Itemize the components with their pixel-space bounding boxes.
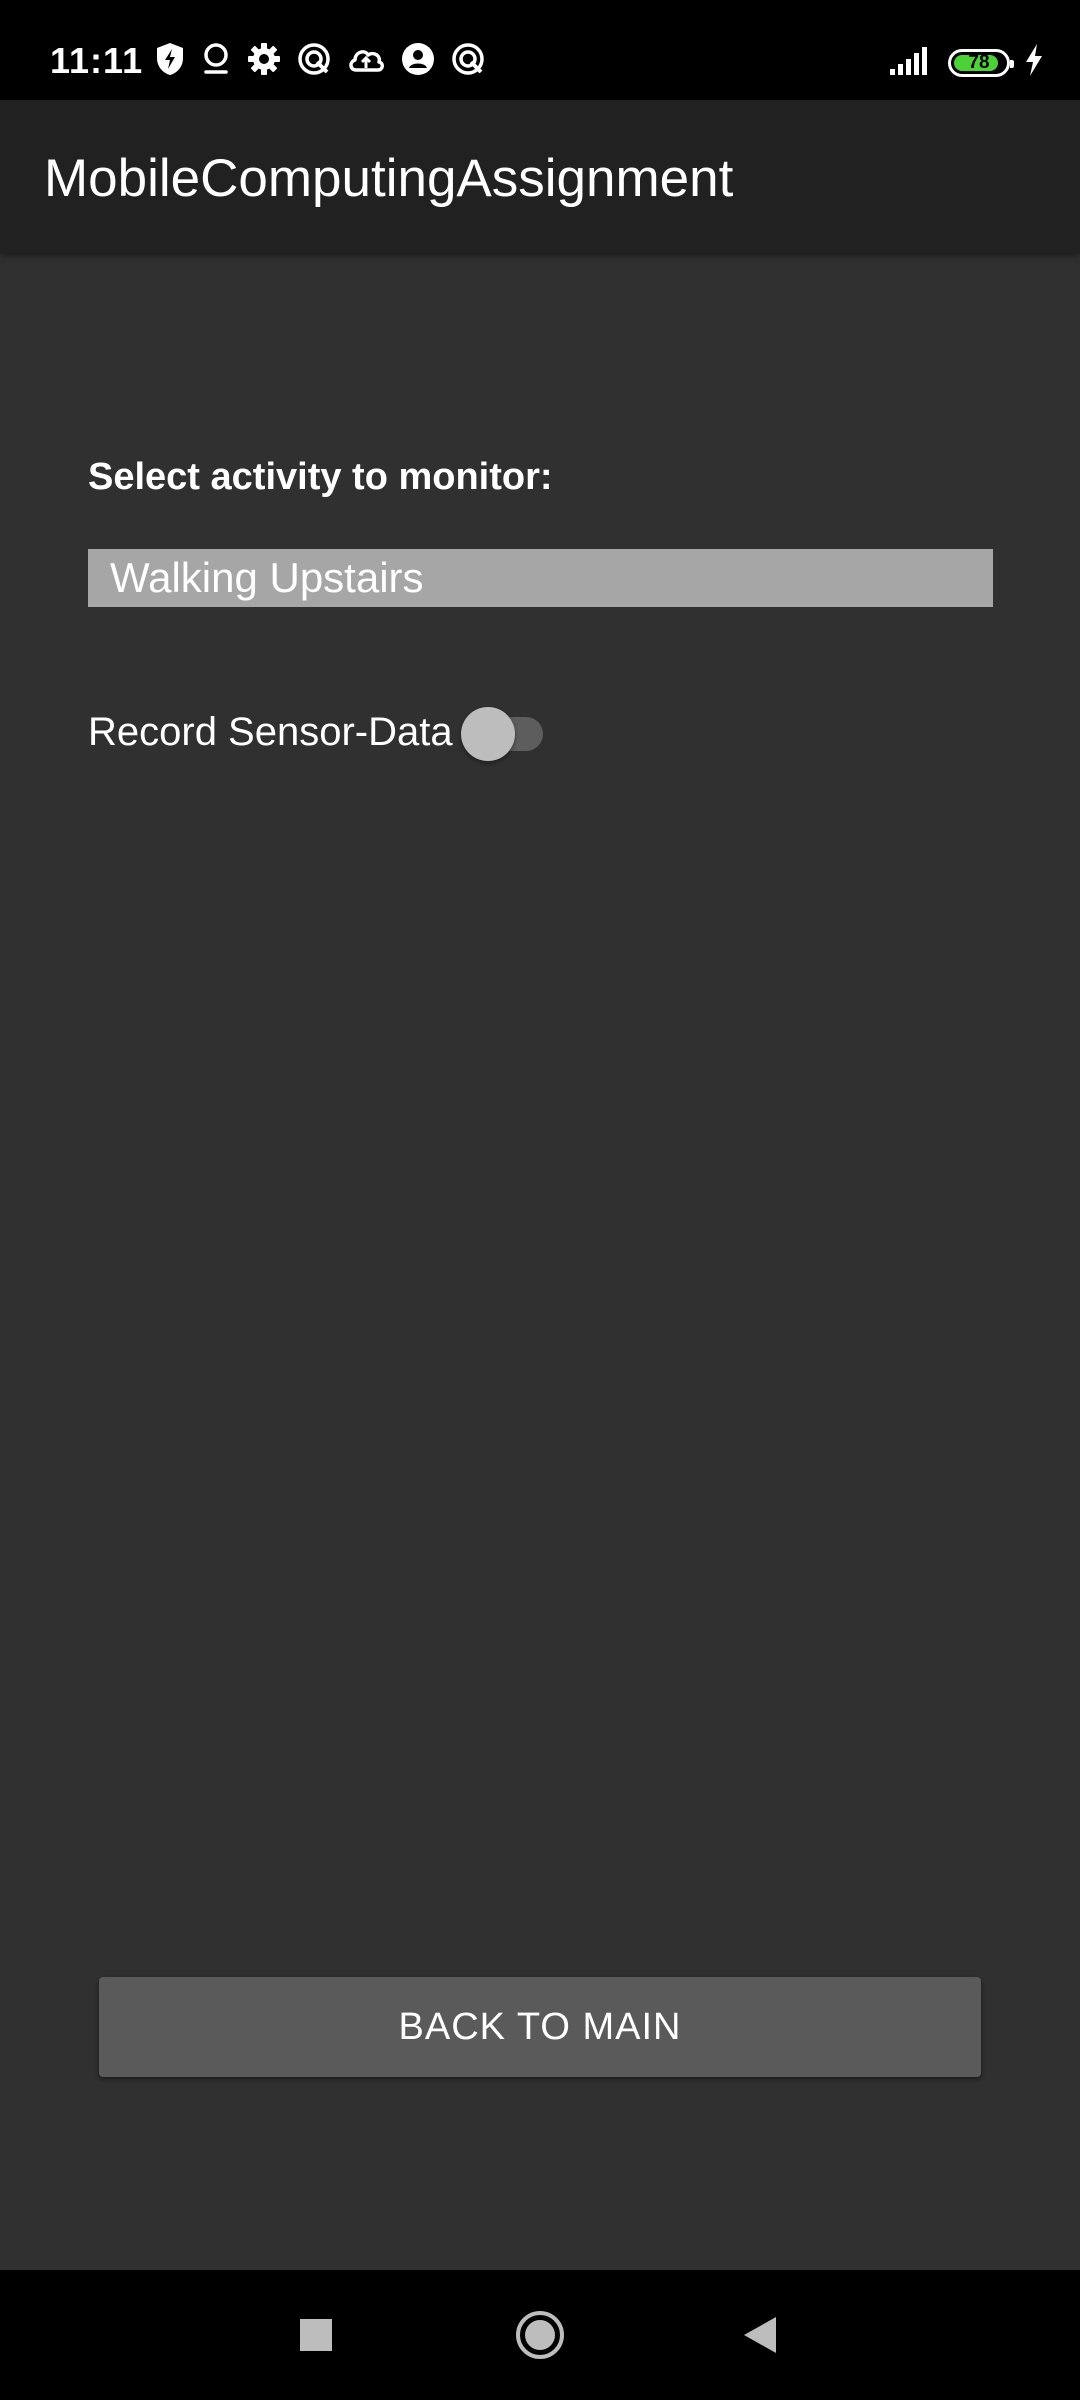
screen: 11:11 78 MobileComputingAssignment Selec… — [0, 0, 1080, 2400]
app-bar: MobileComputingAssignment — [0, 100, 1080, 253]
charging-bolt-icon — [1024, 44, 1044, 81]
back-triangle-icon[interactable] — [700, 2270, 820, 2400]
status-right: 78 — [890, 44, 1044, 81]
switch-thumb — [460, 707, 515, 761]
battery-icon: 78 — [948, 48, 1014, 77]
gear-icon — [247, 42, 281, 76]
cloud-upload-icon — [347, 42, 385, 76]
record-sensor-label: Record Sensor-Data — [88, 709, 453, 754]
location-pin-icon — [201, 42, 231, 76]
recents-square-icon[interactable] — [256, 2270, 376, 2400]
select-activity-label: Select activity to monitor: — [88, 456, 553, 498]
activity-spinner[interactable]: Walking Upstairs — [88, 549, 993, 607]
activity-spinner-value: Walking Upstairs — [110, 554, 424, 601]
navigation-bar — [0, 2270, 1080, 2400]
status-bar: 11:11 78 — [0, 0, 1080, 100]
battery-nub — [1010, 59, 1014, 68]
shield-bolt-icon — [155, 42, 185, 76]
record-sensor-switch[interactable] — [460, 702, 549, 762]
signal-icon — [890, 45, 934, 80]
sync-icon — [297, 42, 331, 76]
home-circle-icon[interactable] — [480, 2270, 600, 2400]
notification-icons — [155, 42, 485, 76]
status-time: 11:11 — [50, 40, 144, 81]
app-title: MobileComputingAssignment — [44, 149, 734, 208]
back-to-main-button[interactable]: BACK TO MAIN — [99, 1977, 981, 2077]
record-sensor-row: Record Sensor-Data — [88, 702, 549, 762]
account-icon — [401, 42, 435, 76]
sync-icon — [451, 42, 485, 76]
battery-level: 78 — [968, 51, 990, 73]
